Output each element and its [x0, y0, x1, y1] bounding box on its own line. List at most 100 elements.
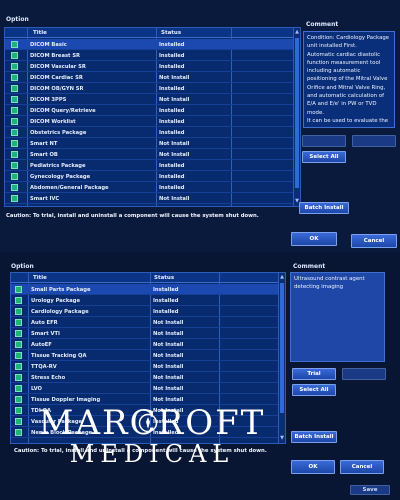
row-status: Installed [159, 184, 185, 191]
table-row[interactable]: TTQA-RV Not Install [11, 361, 278, 372]
table-row[interactable]: Urology Package Installed [11, 295, 278, 306]
checkbox[interactable] [15, 363, 22, 370]
top-uninstall-button[interactable] [352, 135, 396, 147]
checkbox[interactable] [15, 297, 22, 304]
row-status: Not Install [153, 319, 184, 326]
table-row[interactable]: DICOM Worklist Installed [5, 116, 293, 127]
top-caution-text: Caution: To trial, install and uninstall… [6, 213, 259, 219]
bottom-cancel-button[interactable]: Cancel [340, 460, 384, 474]
top-column-header: Title Status [5, 28, 300, 38]
top-ok-button[interactable]: OK [291, 232, 337, 246]
table-row[interactable]: Abdomen/General Package Installed [5, 182, 293, 193]
table-row[interactable]: AutoEF Not Install [11, 339, 278, 350]
row-status: Installed [159, 129, 185, 136]
checkbox[interactable] [15, 286, 22, 293]
table-row[interactable]: DICOM Basic Installed [5, 39, 293, 50]
checkbox[interactable] [11, 129, 18, 136]
table-row[interactable]: Gynecology Package Installed [5, 171, 293, 182]
row-title: Gynecology Package [30, 173, 91, 180]
bottom-select-all-button[interactable]: Select All [292, 384, 336, 396]
checkbox[interactable] [15, 385, 22, 392]
row-title: Smart OB [30, 151, 58, 158]
table-row[interactable]: DICOM Cardiac SR Not Install [5, 72, 293, 83]
checkbox[interactable] [11, 107, 18, 114]
row-title: Urology Package [31, 297, 80, 304]
scroll-up-arrow-icon[interactable]: ▲ [279, 274, 285, 281]
checkbox[interactable] [15, 308, 22, 315]
table-row[interactable]: DICOM Vascular SR Installed [5, 61, 293, 72]
table-row[interactable]: Smart VTI Not Install [11, 328, 278, 339]
checkbox[interactable] [11, 184, 18, 191]
table-row[interactable]: LVO Not Install [11, 383, 278, 394]
table-row[interactable]: DICOM OB/GYN SR Installed [5, 83, 293, 94]
row-title: DICOM Basic [30, 41, 67, 48]
top-trial-button[interactable] [302, 135, 346, 147]
checkbox[interactable] [11, 173, 18, 180]
scroll-thumb[interactable] [280, 283, 284, 413]
checkbox[interactable] [15, 330, 22, 337]
comment-line: positioning of the Mitral Valve [307, 76, 388, 83]
checkbox[interactable] [11, 41, 18, 48]
row-title: DICOM Query/Retrieve [30, 107, 96, 114]
checkbox[interactable] [15, 341, 22, 348]
top-cancel-button[interactable]: Cancel [351, 234, 397, 248]
checkbox[interactable] [11, 52, 18, 59]
bottom-save-button[interactable]: Save [350, 485, 390, 495]
top-select-all-button[interactable]: Select All [302, 151, 346, 163]
checkbox[interactable] [11, 96, 18, 103]
row-title: Pediatrics Package [30, 162, 86, 169]
top-batch-install-button[interactable]: Batch Install [299, 202, 349, 214]
checkbox[interactable] [11, 118, 18, 125]
row-status: Installed [153, 297, 179, 304]
row-title: Smart IVC [30, 195, 60, 202]
checkbox[interactable] [11, 85, 18, 92]
checkbox[interactable] [15, 429, 22, 436]
bottom-uninstall-button[interactable] [342, 368, 386, 380]
row-title: DICOM Worklist [30, 118, 76, 125]
scroll-thumb[interactable] [295, 38, 299, 188]
table-row[interactable]: Pediatrics Package Installed [5, 160, 293, 171]
top-list-scrollbar[interactable]: ▲ ▼ [293, 28, 300, 206]
table-row[interactable]: Smart IVC Not Install [5, 193, 293, 204]
checkbox[interactable] [11, 63, 18, 70]
bottom-ok-button[interactable]: OK [291, 460, 335, 474]
checkbox[interactable] [15, 352, 22, 359]
table-row[interactable]: Cardiology Package Installed [11, 306, 278, 317]
row-status: Installed [159, 118, 185, 125]
bottom-batch-install-button[interactable]: Batch Install [291, 431, 337, 443]
row-status: Not Install [159, 140, 190, 147]
table-row[interactable]: Stress Echo Not Install [11, 372, 278, 383]
table-row[interactable]: Smart NT Not Install [5, 138, 293, 149]
top-option-list[interactable]: Title Status ▲ ▼ DICOM Basic Installed DIC… [4, 27, 301, 207]
table-row[interactable]: Tissue Tracking QA Not Install [11, 350, 278, 361]
row-status: Installed [159, 63, 185, 70]
row-title: Small Parts Package [31, 286, 91, 293]
checkbox[interactable] [11, 74, 18, 81]
checkbox[interactable] [11, 140, 18, 147]
table-row[interactable]: Auto EFR Not Install [11, 317, 278, 328]
checkbox[interactable] [15, 396, 22, 403]
checkbox[interactable] [15, 374, 22, 381]
top-col-title: Title [33, 30, 47, 36]
comment-line: unit installed First. [307, 43, 357, 50]
table-row[interactable]: DICOM Breast SR Installed [5, 50, 293, 61]
bottom-col-title: Title [33, 275, 47, 281]
table-row[interactable]: DICOM Query/Retrieve Installed [5, 105, 293, 116]
comment-line: mode. [307, 109, 325, 116]
top-option-label: Option [6, 16, 29, 23]
checkbox[interactable] [15, 418, 22, 425]
checkbox[interactable] [11, 151, 18, 158]
checkbox[interactable] [15, 319, 22, 326]
table-row[interactable]: Small Parts Package Installed [11, 284, 278, 295]
bottom-trial-button[interactable]: Trial [292, 368, 336, 380]
comment-line: detecting imaging [294, 284, 344, 291]
table-row[interactable]: DICOM 3PPS Not Install [5, 94, 293, 105]
checkbox[interactable] [11, 195, 18, 202]
checkbox[interactable] [11, 162, 18, 169]
comment-line: It can be used to evaluate the [307, 117, 389, 124]
table-row[interactable]: Obstetrics Package Installed [5, 127, 293, 138]
scroll-up-arrow-icon[interactable]: ▲ [294, 29, 300, 36]
table-row[interactable]: Smart OB Not Install [5, 149, 293, 160]
checkbox[interactable] [15, 407, 22, 414]
row-status: Not Install [153, 352, 184, 359]
